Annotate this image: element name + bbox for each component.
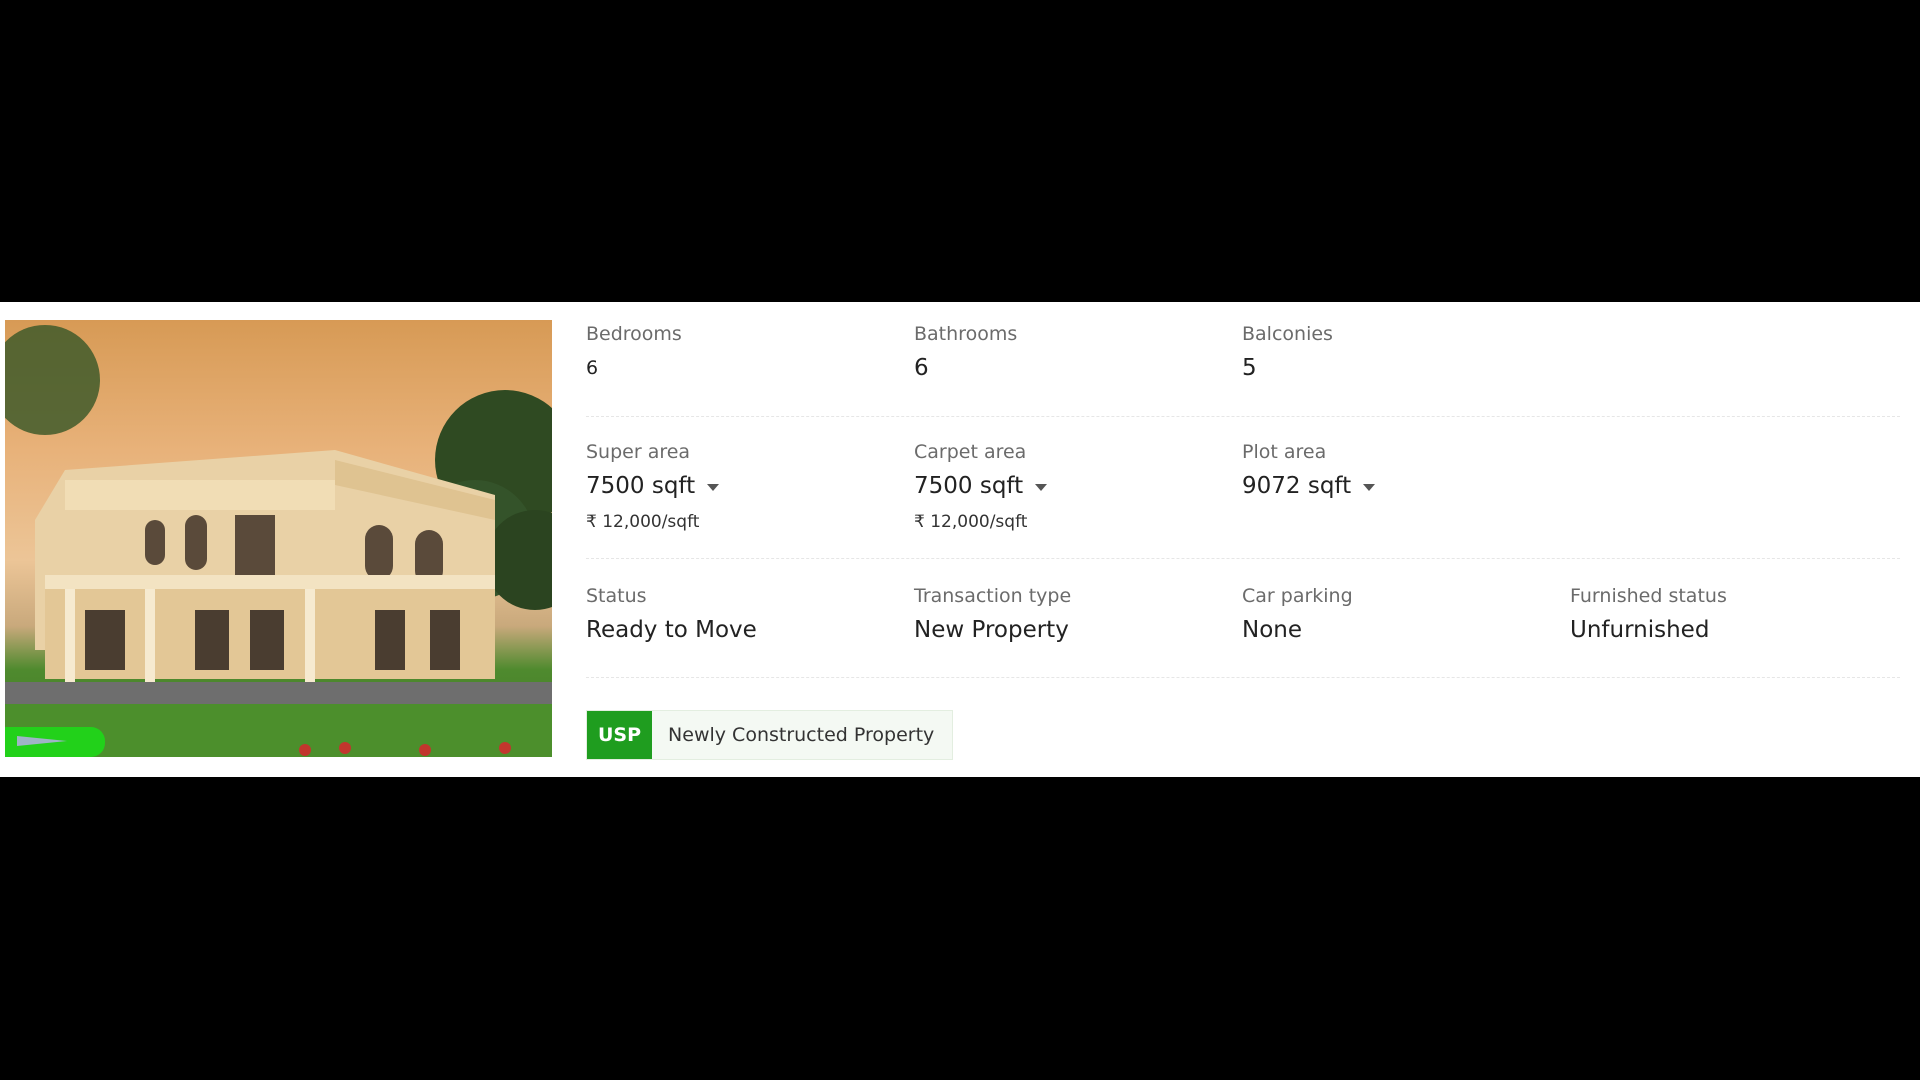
- carpet-area-label: Carpet area: [914, 441, 1027, 463]
- furnished-status-cell: Furnished status Unfurnished: [1570, 582, 1890, 648]
- car-parking-label: Car parking: [1242, 585, 1353, 607]
- bedrooms-value: 6: [586, 357, 599, 379]
- balconies-cell: Balconies 5: [1242, 320, 1562, 386]
- bathrooms-value: 6: [914, 355, 929, 381]
- chevron-down-icon[interactable]: [1363, 483, 1376, 491]
- status-row: Status Ready to Move Transaction type Ne…: [586, 582, 1900, 678]
- plot-area-unit-dropdown[interactable]: 9072 sqft: [1242, 468, 1562, 504]
- furnished-status-label: Furnished status: [1570, 585, 1727, 607]
- property-photo[interactable]: [5, 320, 552, 757]
- chevron-down-icon[interactable]: [707, 483, 720, 491]
- carpet-area-unit-dropdown[interactable]: 7500 sqft: [914, 468, 1234, 504]
- chevron-down-icon[interactable]: [1035, 483, 1048, 491]
- super-area-value: 7500 sqft: [586, 473, 696, 499]
- bedrooms-cell: Bedrooms 6: [586, 320, 906, 386]
- super-area-label: Super area: [586, 441, 691, 463]
- balconies-label: Balconies: [1242, 323, 1333, 345]
- rooms-row: Bedrooms 6 Bathrooms 6 Balconies 5: [586, 320, 1900, 417]
- plot-area-label: Plot area: [1242, 441, 1327, 463]
- plot-area-cell: Plot area 9072 sqft: [1242, 438, 1562, 504]
- super-area-unit-dropdown[interactable]: 7500 sqft: [586, 468, 906, 504]
- villa-illustration: [5, 325, 552, 757]
- usp-badge: USP: [587, 711, 653, 759]
- area-row: Super area 7500 sqft ₹ 12,000/sqft Carpe…: [586, 438, 1900, 559]
- car-parking-cell: Car parking None: [1242, 582, 1562, 648]
- plot-area-value: 9072 sqft: [1242, 473, 1352, 499]
- transaction-type-label: Transaction type: [914, 585, 1072, 607]
- car-parking-value: None: [1242, 617, 1303, 643]
- balconies-value: 5: [1242, 355, 1257, 381]
- status-value: Ready to Move: [586, 617, 757, 643]
- bedrooms-label: Bedrooms: [586, 323, 682, 345]
- super-area-rate: ₹ 12,000/sqft: [586, 512, 700, 532]
- usp-tag: USP Newly Constructed Property: [586, 710, 954, 760]
- carpet-area-rate: ₹ 12,000/sqft: [914, 512, 1028, 532]
- transaction-type-value: New Property: [914, 617, 1069, 643]
- super-area-cell: Super area 7500 sqft ₹ 12,000/sqft: [586, 438, 906, 534]
- transaction-type-cell: Transaction type New Property: [914, 582, 1234, 648]
- property-details-panel: Bedrooms 6 Bathrooms 6 Balconies 5 Super…: [0, 302, 1920, 777]
- photo-count-tag[interactable]: [5, 727, 105, 757]
- status-cell: Status Ready to Move: [586, 582, 906, 648]
- status-label: Status: [586, 585, 647, 607]
- carpet-area-value: 7500 sqft: [914, 473, 1024, 499]
- property-attributes: Bedrooms 6 Bathrooms 6 Balconies 5 Super…: [586, 302, 1900, 777]
- usp-text: Newly Constructed Property: [652, 711, 953, 759]
- carpet-area-cell: Carpet area 7500 sqft ₹ 12,000/sqft: [914, 438, 1234, 534]
- furnished-status-value: Unfurnished: [1570, 617, 1710, 643]
- bathrooms-label: Bathrooms: [914, 323, 1018, 345]
- bathrooms-cell: Bathrooms 6: [914, 320, 1234, 386]
